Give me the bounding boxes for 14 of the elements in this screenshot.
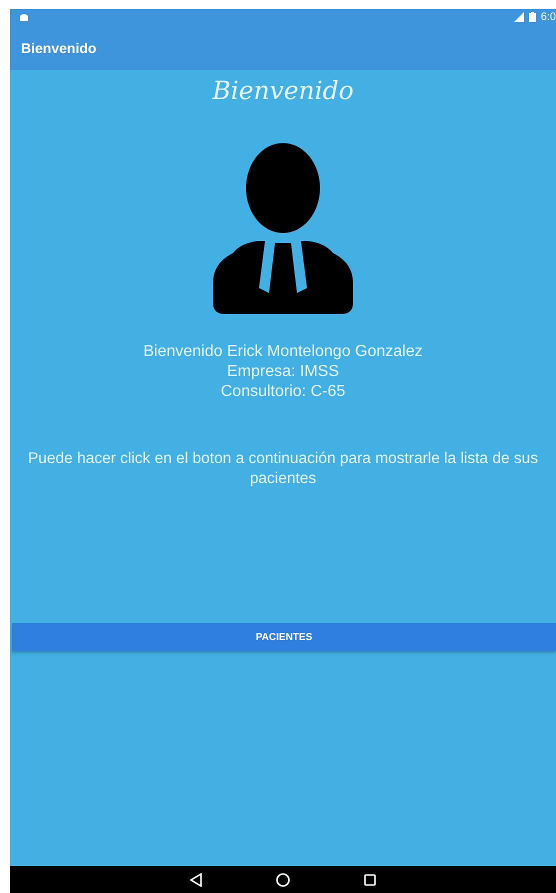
home-icon[interactable]	[276, 872, 290, 886]
app-bar-title: Bienvenido	[21, 40, 96, 56]
info-text: Bienvenido Erick Montelongo Gonzalez	[143, 342, 423, 362]
battery-icon	[528, 12, 536, 22]
instruction-text: Puede hacer click en el boton a continuación para mostrarle la lista de sus pacientes	[26, 449, 540, 489]
back-icon[interactable]	[190, 872, 202, 886]
signal-icon	[514, 12, 524, 22]
user-avatar-icon	[213, 143, 353, 314]
info-text: Consultorio: C-65	[220, 382, 346, 402]
recents-icon[interactable]	[364, 874, 376, 886]
patients-button[interactable]: PACIENTES	[12, 623, 556, 651]
status-time: 6:0	[540, 11, 556, 23]
welcome-heading: Bienvenido	[212, 76, 354, 105]
info-text: Empresa: IMSS	[226, 362, 340, 382]
